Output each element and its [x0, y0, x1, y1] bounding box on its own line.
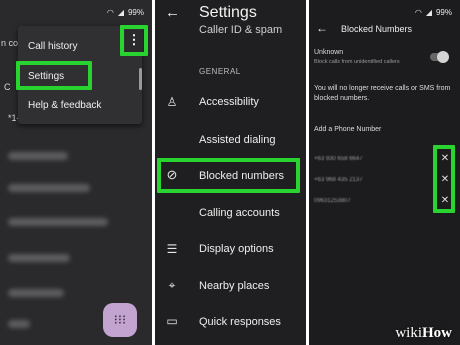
dialpad-icon[interactable]: ⁝⁝⁝: [103, 303, 137, 337]
partial-text: C: [4, 82, 11, 92]
wifi-icon: ◠: [414, 8, 422, 17]
partial-text: n co: [1, 38, 19, 48]
blocked-number: 09631253807: [314, 198, 351, 204]
settings-item-quick-responses[interactable]: Quick responses: [199, 316, 281, 328]
blurred-contact[interactable]: [8, 320, 30, 328]
battery-level: 99%: [127, 8, 144, 17]
blocked-numbers-highlight: [157, 158, 300, 193]
blocked-number: +63 930 658 6647: [314, 156, 363, 162]
blocked-numbers-panel: ◠ ◢ 99% ← Blocked Numbers Unknown Block …: [309, 0, 460, 345]
unknown-label: Unknown: [314, 49, 344, 56]
blurred-contact[interactable]: [8, 254, 70, 262]
settings-item-display-options[interactable]: Display options: [199, 243, 274, 255]
location-icon: ⌖: [168, 278, 176, 292]
phone-app-menu-panel: ◠ ◢ 99% n co C *1- Call history Settings…: [0, 0, 152, 345]
accessibility-icon: ♙: [166, 95, 178, 109]
blurred-contact[interactable]: [8, 152, 68, 160]
settings-panel: ← Settings Caller ID & spam GENERAL ♙ Ac…: [155, 0, 306, 345]
unknown-callers-toggle[interactable]: [430, 51, 449, 63]
blocked-number: +63 968 435 2137: [314, 177, 363, 183]
watermark-suffix: How: [422, 325, 452, 341]
blurred-contact[interactable]: [8, 184, 90, 192]
back-arrow-icon[interactable]: ←: [316, 21, 328, 35]
settings-item-calling-accounts[interactable]: Calling accounts: [199, 207, 280, 219]
remove-buttons-highlight: [433, 145, 455, 213]
menu-item-call-history[interactable]: Call history: [28, 41, 77, 52]
toggle-knob: [437, 51, 449, 63]
settings-item-assisted-dialing[interactable]: Assisted dialing: [199, 134, 275, 146]
watermark-prefix: wiki: [395, 325, 422, 341]
settings-item-nearby-places[interactable]: Nearby places: [199, 280, 269, 292]
wikihow-watermark: wikiHow: [395, 325, 452, 342]
signal-icon: ◢: [425, 8, 432, 17]
status-bar: ◠ ◢ 99%: [415, 8, 452, 17]
scrollbar[interactable]: [139, 68, 142, 90]
settings-highlight: [16, 61, 92, 90]
blurred-contact[interactable]: [8, 289, 64, 297]
back-arrow-icon[interactable]: ←: [165, 4, 180, 21]
list-icon: ☰: [166, 242, 178, 256]
menu-item-help-feedback[interactable]: Help & feedback: [28, 100, 101, 111]
status-bar: ◠ ◢ 99%: [107, 8, 144, 17]
settings-item-caller-id[interactable]: Caller ID & spam: [199, 24, 282, 36]
add-phone-number[interactable]: Add a Phone Number: [314, 125, 381, 135]
section-header: GENERAL: [199, 67, 241, 76]
battery-level: 99%: [435, 8, 452, 17]
blocked-notice: You will no longer receive calls or SMS …: [314, 85, 451, 102]
page-title: Settings: [199, 4, 257, 21]
page-title: Blocked Numbers: [341, 24, 413, 34]
blurred-contact[interactable]: [8, 218, 108, 226]
menu-button-highlight: [120, 25, 148, 56]
message-icon: ▭: [166, 314, 178, 328]
settings-item-accessibility[interactable]: Accessibility: [199, 96, 259, 108]
unknown-description: Block calls from unidentified callers: [314, 59, 400, 65]
wifi-icon: ◠: [106, 8, 114, 17]
signal-icon: ◢: [117, 8, 124, 17]
